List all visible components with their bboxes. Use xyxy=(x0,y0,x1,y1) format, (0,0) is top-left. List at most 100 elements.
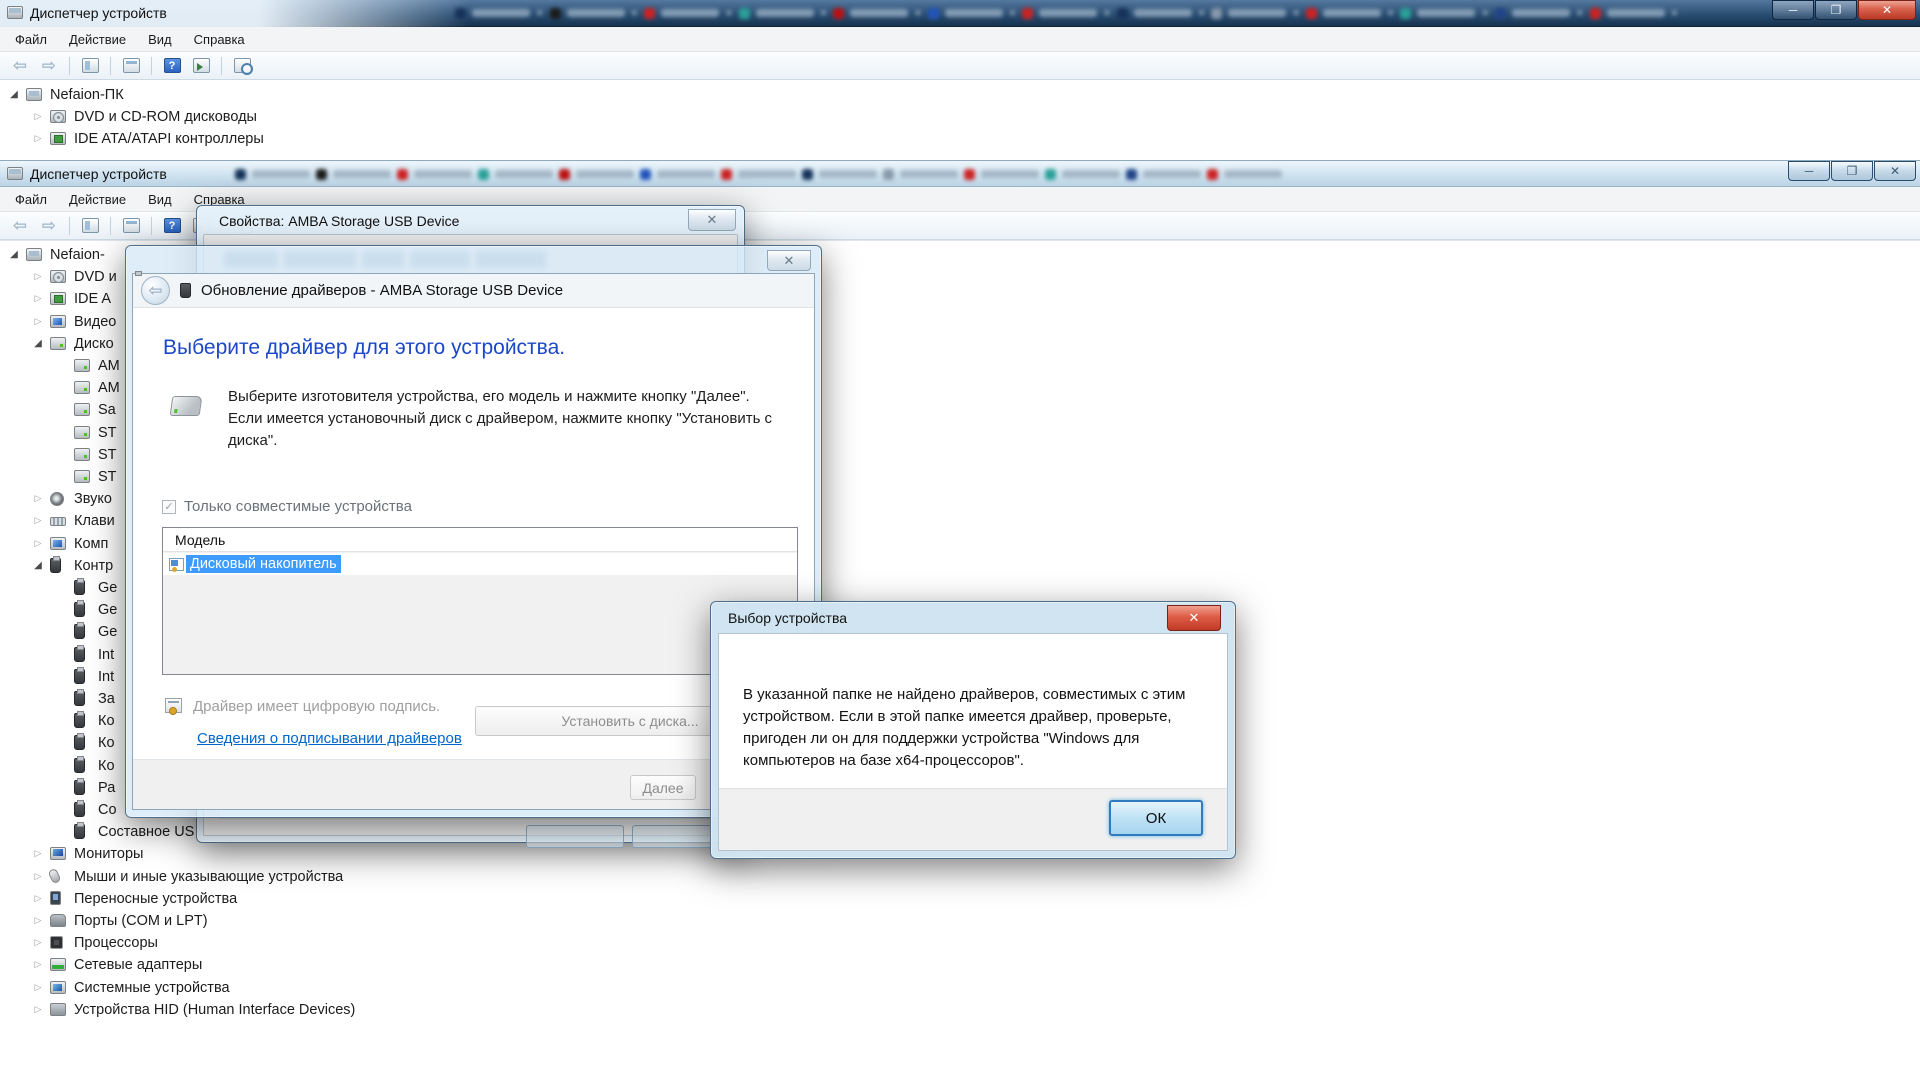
menu-view[interactable]: Вид xyxy=(139,189,181,210)
menu-action[interactable]: Действие xyxy=(60,189,135,210)
usb-icon xyxy=(74,669,85,684)
minimize-button[interactable]: ─ xyxy=(1788,161,1830,181)
favicon-blob xyxy=(739,8,750,19)
system-icon xyxy=(50,981,66,994)
model-column-header[interactable]: Модель xyxy=(163,528,797,552)
tree-item-label: Ge xyxy=(98,580,117,596)
tree-item-label: Мониторы xyxy=(74,846,143,862)
tree-item-label: Ко xyxy=(98,735,115,751)
scan-hardware-icon[interactable] xyxy=(230,55,254,77)
expand-arrow-icon[interactable] xyxy=(32,980,44,994)
menu-action[interactable]: Действие xyxy=(60,29,135,50)
tree-item-label: Клави xyxy=(74,513,115,529)
window2-tree-item[interactable]: Процессоры xyxy=(0,932,760,954)
tree-item-label: Ge xyxy=(98,624,117,640)
expand-arrow-icon[interactable] xyxy=(32,891,44,905)
properties-icon[interactable] xyxy=(119,215,143,237)
restore-button[interactable]: ❐ xyxy=(1815,0,1857,20)
collapse-arrow-icon[interactable] xyxy=(32,336,44,350)
expand-arrow-icon[interactable] xyxy=(32,536,44,550)
tree-item-label: DVD и CD-ROM дисководы xyxy=(74,109,257,125)
expand-arrow-icon[interactable] xyxy=(32,913,44,927)
forward-icon[interactable]: ⇨ xyxy=(37,55,61,77)
expand-arrow-icon[interactable] xyxy=(32,291,44,305)
close-button[interactable]: ✕ xyxy=(1874,161,1916,181)
help-icon[interactable]: ? xyxy=(160,215,184,237)
blurred-tab-text xyxy=(1039,9,1097,17)
close-icon[interactable]: ✕ xyxy=(767,250,811,271)
expand-arrow-icon[interactable] xyxy=(32,314,44,328)
back-icon[interactable]: ⇦ xyxy=(8,215,32,237)
expand-arrow-icon[interactable] xyxy=(32,869,44,883)
list-item[interactable]: Дисковый накопитель xyxy=(163,553,797,575)
favicon-blob xyxy=(397,169,408,180)
collapse-arrow-icon[interactable] xyxy=(32,558,44,572)
blurred-tab-text xyxy=(756,9,814,17)
back-icon[interactable]: ⇦ xyxy=(8,55,32,77)
close-icon[interactable]: ✕ xyxy=(1167,605,1221,631)
cancel-button[interactable] xyxy=(632,825,712,848)
next-button[interactable]: Далее xyxy=(630,775,696,800)
ok-button[interactable]: ОК xyxy=(1109,800,1203,836)
menu-file[interactable]: Файл xyxy=(6,189,56,210)
window1-caption-buttons: ─ ❐ ✕ xyxy=(1771,0,1916,20)
menu-view[interactable]: Вид xyxy=(139,29,181,50)
compatible-checkbox[interactable]: ✓ xyxy=(162,500,176,514)
console-tree-icon[interactable] xyxy=(78,215,102,237)
window1-tree-item[interactable]: Nefaion-ПК xyxy=(0,84,760,106)
expand-arrow-icon[interactable] xyxy=(32,109,44,123)
list-view-icon[interactable] xyxy=(189,55,213,77)
favicon-blob xyxy=(1126,169,1137,180)
disk-icon xyxy=(74,381,90,394)
ok-button[interactable] xyxy=(526,825,624,848)
window2-tree-item[interactable]: Мыши и иные указывающие устройства xyxy=(0,866,760,888)
favicon-blob xyxy=(928,8,939,19)
window2-tree-item[interactable]: Сетевые адаптеры xyxy=(0,954,760,976)
window1-tree-item[interactable]: IDE ATA/ATAPI контроллеры xyxy=(0,128,760,150)
blurred-tab-text xyxy=(657,170,715,178)
help-icon[interactable]: ? xyxy=(160,55,184,77)
disk-icon xyxy=(50,337,66,350)
properties-icon[interactable] xyxy=(119,55,143,77)
modal-message: В указанной папке не найдено драйверов, … xyxy=(719,634,1227,788)
expand-arrow-icon[interactable] xyxy=(32,935,44,949)
minimize-button[interactable]: ─ xyxy=(1772,0,1814,20)
expand-arrow-icon[interactable] xyxy=(32,269,44,283)
back-icon[interactable]: ⇦ xyxy=(141,276,170,305)
console-tree-icon[interactable] xyxy=(78,55,102,77)
close-button[interactable]: ✕ xyxy=(1858,0,1916,20)
tree-item-label: AM xyxy=(98,358,120,374)
collapse-arrow-icon[interactable] xyxy=(8,87,20,101)
expand-arrow-icon[interactable] xyxy=(32,1002,44,1016)
blurred-tab-text xyxy=(850,9,908,17)
window2-tree-item[interactable]: Порты (COM и LPT) xyxy=(0,910,760,932)
window1-tree-item[interactable]: DVD и CD-ROM дисководы xyxy=(0,106,760,128)
portable-icon xyxy=(50,891,61,905)
tab-close-icon: ✕ xyxy=(1103,8,1111,19)
driver-signing-link[interactable]: Сведения о подписывании драйверов xyxy=(197,730,462,747)
collapse-arrow-icon[interactable] xyxy=(8,247,20,261)
close-icon[interactable]: ✕ xyxy=(688,209,736,231)
window2-tree-item[interactable]: Устройства HID (Human Interface Devices) xyxy=(0,999,760,1021)
tree-item-label: Мыши и иные указывающие устройства xyxy=(74,869,343,885)
window2-title: Диспетчер устройств xyxy=(30,161,167,188)
monitor-icon xyxy=(50,847,66,860)
favicon-blob xyxy=(640,169,651,180)
restore-button[interactable]: ❐ xyxy=(1831,161,1873,181)
expand-arrow-icon[interactable] xyxy=(32,491,44,505)
window2-tree-item[interactable]: Переносные устройства xyxy=(0,888,760,910)
forward-icon[interactable]: ⇨ xyxy=(37,215,61,237)
blurred-tab-text xyxy=(1512,9,1570,17)
signature-row: Драйвер имеет цифровую подпись. xyxy=(165,698,440,715)
expand-arrow-icon[interactable] xyxy=(32,846,44,860)
window2-tree-item[interactable]: Системные устройства xyxy=(0,977,760,999)
expand-arrow-icon[interactable] xyxy=(32,513,44,527)
menu-help[interactable]: Справка xyxy=(185,29,254,50)
expand-arrow-icon[interactable] xyxy=(32,131,44,145)
favicon-blob xyxy=(455,8,466,19)
usb-icon xyxy=(74,691,85,706)
certificate-icon xyxy=(165,698,182,713)
expand-arrow-icon[interactable] xyxy=(32,957,44,971)
menu-file[interactable]: Файл xyxy=(6,29,56,50)
tab-close-icon: ✕ xyxy=(914,8,922,19)
